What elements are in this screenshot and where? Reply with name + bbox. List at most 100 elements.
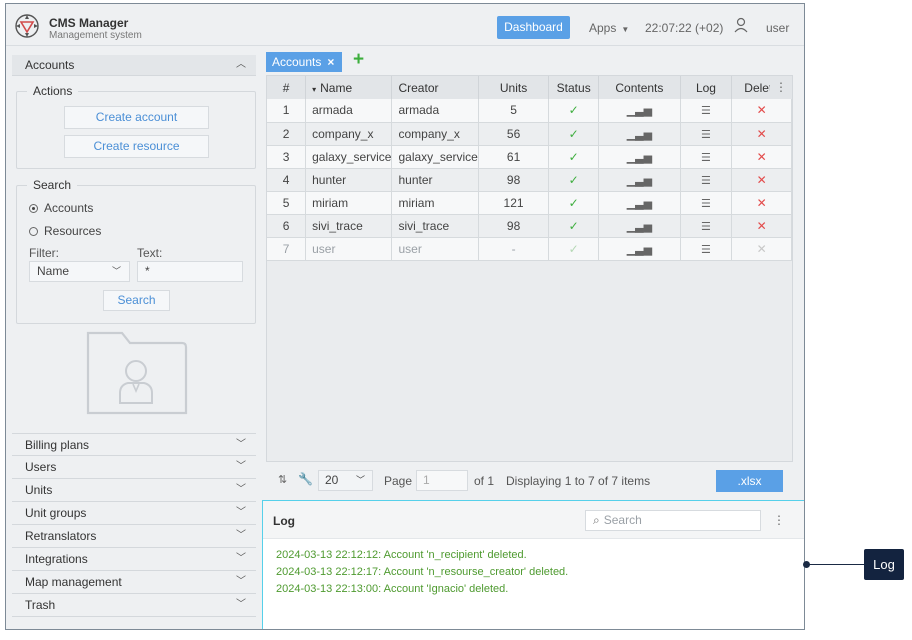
cell-delete[interactable]: ✕ [731, 122, 792, 146]
bar-chart-icon[interactable]: ▁▃▅ [627, 175, 652, 187]
table-row[interactable]: 4 hunter hunter 98 ✓ ▁▃▅ ☰ ✕ [267, 168, 792, 192]
cell-delete[interactable]: ✕ [731, 168, 792, 192]
close-tab-icon[interactable]: × [327, 55, 334, 69]
list-icon[interactable]: ☰ [701, 152, 711, 164]
reset-sort-icon[interactable]: ⇅ [278, 473, 287, 486]
delete-icon[interactable]: ✕ [757, 173, 767, 187]
bar-chart-icon[interactable]: ▁▃▅ [627, 129, 652, 141]
delete-icon[interactable]: ✕ [757, 196, 767, 210]
column-header-contents[interactable]: Contents [598, 76, 681, 99]
bar-chart-icon[interactable]: ▁▃▅ [627, 152, 652, 164]
column-header-number[interactable]: # [267, 76, 307, 99]
page-number-input[interactable]: 1 [416, 470, 468, 491]
create-account-button[interactable]: Create account [64, 106, 209, 129]
chevron-down-icon: ﹀ [236, 439, 246, 450]
delete-icon[interactable]: ✕ [757, 103, 767, 117]
tab-accounts[interactable]: Accounts × [266, 52, 342, 72]
table-header-row: # ▾ Name Creator Units Status Contents Lo… [267, 76, 792, 99]
cell-log[interactable]: ☰ [680, 214, 733, 238]
cell-contents[interactable]: ▁▃▅ [598, 237, 681, 261]
list-icon[interactable]: ☰ [701, 198, 711, 210]
bar-chart-icon[interactable]: ▁▃▅ [627, 244, 652, 256]
delete-icon[interactable]: ✕ [757, 127, 767, 141]
cell-delete[interactable]: ✕ [731, 214, 792, 238]
table-row[interactable]: 6 sivi_trace sivi_trace 98 ✓ ▁▃▅ ☰ ✕ [267, 214, 792, 238]
column-menu-icon[interactable]: ⋮ [770, 76, 792, 99]
accordion-accounts[interactable]: Accounts ︿ [12, 55, 256, 76]
apps-menu-label: Apps [589, 21, 617, 35]
cell-contents[interactable]: ▁▃▅ [598, 99, 681, 123]
delete-icon[interactable]: ✕ [757, 219, 767, 233]
accordion-integrations[interactable]: Integrations ﹀ [12, 548, 256, 571]
add-tab-icon[interactable]: + [353, 49, 364, 71]
cms-logo-icon[interactable] [14, 13, 40, 39]
delete-icon[interactable]: ✕ [757, 242, 767, 256]
cell-delete[interactable]: ✕ [731, 145, 792, 169]
accordion-users[interactable]: Users ﹀ [12, 456, 256, 479]
table-row[interactable]: 3 galaxy_service galaxy_service 61 ✓ ▁▃▅ ☰ ✕ [267, 145, 792, 169]
cell-log[interactable]: ☰ [680, 122, 733, 146]
page-size-select[interactable]: 20 ﹀ [318, 470, 373, 491]
cell-log[interactable]: ☰ [680, 237, 733, 261]
table-row[interactable]: 2 company_x company_x 56 ✓ ▁▃▅ ☰ ✕ [267, 122, 792, 146]
bar-chart-icon[interactable]: ▁▃▅ [627, 105, 652, 117]
table-row[interactable]: 1 armada armada 5 ✓ ▁▃▅ ☰ ✕ [267, 99, 792, 123]
accordion-trash[interactable]: Trash ﹀ [12, 594, 256, 617]
cell-name[interactable]: sivi_trace [305, 214, 393, 238]
table-row[interactable]: 5 miriam miriam 121 ✓ ▁▃▅ ☰ ✕ [267, 191, 792, 215]
text-input[interactable]: * [137, 261, 243, 282]
column-header-log[interactable]: Log [680, 76, 733, 99]
list-icon[interactable]: ☰ [701, 221, 711, 233]
accordion-billing-plans[interactable]: Billing plans ﹀ [12, 433, 256, 456]
cell-delete[interactable]: ✕ [731, 191, 792, 215]
apps-menu[interactable]: Apps ▼ [589, 21, 629, 35]
cell-log[interactable]: ☰ [680, 168, 733, 192]
accordion-map-management[interactable]: Map management ﹀ [12, 571, 256, 594]
table-row[interactable]: 7 user user - ✓ ▁▃▅ ☰ ✕ [267, 237, 792, 261]
cell-delete[interactable]: ✕ [731, 99, 792, 123]
radio-resources[interactable]: Resources [29, 224, 101, 238]
cell-log[interactable]: ☰ [680, 99, 733, 123]
cell-contents[interactable]: ▁▃▅ [598, 145, 681, 169]
tab-accounts-label: Accounts [272, 55, 322, 69]
dashboard-button[interactable]: Dashboard [497, 16, 570, 39]
cell-name[interactable]: company_x [305, 122, 393, 146]
cell-log[interactable]: ☰ [680, 145, 733, 169]
column-header-creator[interactable]: Creator [391, 76, 479, 99]
search-button[interactable]: Search [103, 290, 170, 311]
cell-name[interactable]: user [305, 237, 393, 261]
log-menu-icon[interactable]: ⋮ [773, 513, 785, 527]
cell-contents[interactable]: ▁▃▅ [598, 214, 681, 238]
list-icon[interactable]: ☰ [701, 105, 711, 117]
list-icon[interactable]: ☰ [701, 129, 711, 141]
cell-delete[interactable]: ✕ [731, 237, 792, 261]
column-header-status[interactable]: Status [548, 76, 600, 99]
column-header-name[interactable]: ▾ Name [305, 76, 393, 99]
cell-name[interactable]: galaxy_service [305, 145, 393, 169]
filter-select[interactable]: Name ﹀ [29, 261, 130, 282]
export-xlsx-button[interactable]: .xlsx [716, 470, 783, 492]
bar-chart-icon[interactable]: ▁▃▅ [627, 198, 652, 210]
cell-log[interactable]: ☰ [680, 191, 733, 215]
bar-chart-icon[interactable]: ▁▃▅ [627, 221, 652, 233]
list-icon[interactable]: ☰ [701, 175, 711, 187]
cell-contents[interactable]: ▁▃▅ [598, 191, 681, 215]
cell-name[interactable]: miriam [305, 191, 393, 215]
column-header-units[interactable]: Units [478, 76, 550, 99]
cell-name[interactable]: armada [305, 99, 393, 123]
cell-name[interactable]: hunter [305, 168, 393, 192]
cell-contents[interactable]: ▁▃▅ [598, 168, 681, 192]
accordion-unit-groups[interactable]: Unit groups ﹀ [12, 502, 256, 525]
user-icon[interactable] [734, 17, 748, 33]
log-search-input[interactable]: ⌕ Search [585, 510, 761, 531]
wrench-icon[interactable]: 🔧 [298, 472, 313, 486]
user-menu[interactable]: user [766, 21, 789, 35]
list-icon[interactable]: ☰ [701, 244, 711, 256]
accordion-units[interactable]: Units ﹀ [12, 479, 256, 502]
delete-icon[interactable]: ✕ [757, 150, 767, 164]
accordion-retranslators[interactable]: Retranslators ﹀ [12, 525, 256, 548]
cell-contents[interactable]: ▁▃▅ [598, 122, 681, 146]
radio-accounts[interactable]: Accounts [29, 201, 93, 215]
create-resource-button[interactable]: Create resource [64, 135, 209, 158]
sidebar: Accounts ︿ Actions Create account Create… [6, 51, 262, 629]
